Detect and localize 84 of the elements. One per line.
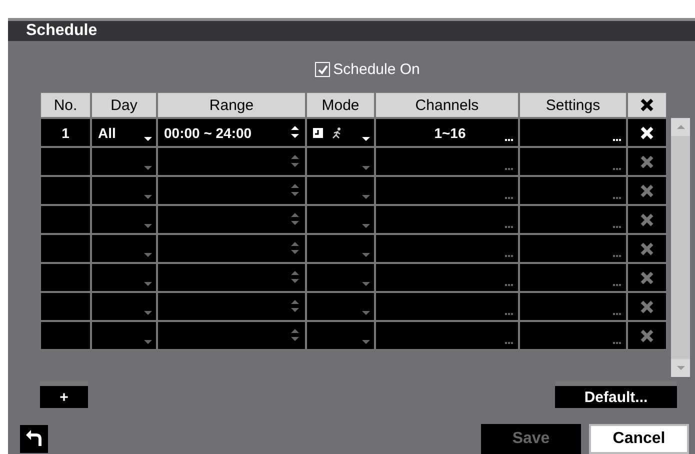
caret-icon [144, 137, 152, 141]
channels-field[interactable] [376, 235, 518, 262]
back-button[interactable] [20, 425, 48, 453]
caret-icon [144, 253, 152, 257]
mode-dropdown[interactable] [307, 119, 374, 146]
delete-all-icon[interactable] [640, 98, 654, 112]
settings-field[interactable] [520, 293, 626, 320]
caret-icon [362, 166, 370, 170]
caret-icon [144, 166, 152, 170]
range-spinner[interactable] [158, 206, 305, 233]
column-header: Day [92, 93, 156, 117]
spinner-arrows-icon [291, 299, 299, 313]
day-dropdown[interactable] [92, 177, 156, 204]
spinner-arrows-icon [291, 154, 299, 168]
scrollbar[interactable] [671, 118, 690, 377]
caret-icon [362, 253, 370, 257]
settings-field[interactable] [520, 206, 626, 233]
caret-icon [362, 282, 370, 286]
day-dropdown[interactable] [92, 148, 156, 175]
channels-field[interactable] [376, 148, 518, 175]
day-dropdown[interactable] [92, 264, 156, 291]
default-button[interactable]: Default... [555, 381, 677, 408]
number-cell [41, 177, 90, 204]
settings-field[interactable] [520, 322, 626, 349]
spinner-arrows-icon [291, 125, 299, 139]
number-cell [41, 322, 90, 349]
column-header: Channels [376, 93, 518, 117]
caret-icon [362, 195, 370, 199]
number-cell [41, 235, 90, 262]
scroll-up-icon[interactable] [676, 125, 684, 129]
spinner-arrows-icon [291, 212, 299, 226]
caret-icon [362, 340, 370, 344]
number-cell [41, 293, 90, 320]
range-spinner[interactable] [158, 264, 305, 291]
scroll-down-icon[interactable] [676, 366, 684, 370]
channels-field[interactable]: 1~16 [376, 119, 518, 146]
schedule-on-checkbox[interactable]: Schedule On [315, 61, 420, 78]
column-header: No. [41, 93, 90, 117]
channels-field[interactable] [376, 264, 518, 291]
back-arrow-icon [24, 429, 44, 449]
caret-icon [144, 282, 152, 286]
column-header: Range [158, 93, 305, 117]
number-cell [41, 264, 90, 291]
caret-icon [144, 224, 152, 228]
spinner-arrows-icon [291, 241, 299, 255]
dialog-button[interactable]: Cancel [589, 424, 689, 454]
caret-icon [144, 311, 152, 315]
caret-icon [362, 137, 370, 141]
running-person-icon [331, 126, 343, 138]
channels-field[interactable] [376, 293, 518, 320]
settings-field[interactable] [520, 264, 626, 291]
spinner-arrows-icon [291, 270, 299, 284]
range-spinner[interactable] [158, 235, 305, 262]
day-dropdown[interactable] [92, 235, 156, 262]
range-spinner[interactable] [158, 177, 305, 204]
range-spinner[interactable]: 00:00 ~ 24:00 [158, 119, 305, 146]
settings-field[interactable] [520, 235, 626, 262]
day-dropdown[interactable] [92, 293, 156, 320]
channels-field[interactable] [376, 322, 518, 349]
settings-field[interactable] [520, 119, 626, 146]
caret-icon [144, 195, 152, 199]
range-spinner[interactable] [158, 322, 305, 349]
add-button[interactable]: + [40, 381, 88, 408]
channels-field[interactable] [376, 206, 518, 233]
channels-field[interactable] [376, 177, 518, 204]
number-cell: 1 [41, 119, 90, 146]
caret-icon [362, 311, 370, 315]
range-spinner[interactable] [158, 293, 305, 320]
clock-icon [313, 128, 323, 138]
number-cell [41, 148, 90, 175]
spinner-arrows-icon [291, 183, 299, 197]
day-dropdown[interactable] [92, 322, 156, 349]
caret-icon [362, 224, 370, 228]
window-title: Schedule [26, 22, 98, 40]
caret-icon [144, 340, 152, 344]
checkmark-icon [316, 64, 329, 76]
settings-field[interactable] [520, 177, 626, 204]
day-dropdown[interactable]: All [92, 119, 156, 146]
day-dropdown[interactable] [92, 206, 156, 233]
spinner-arrows-icon [291, 328, 299, 342]
column-header: Settings [520, 93, 626, 117]
settings-field[interactable] [520, 148, 626, 175]
column-header: Mode [307, 93, 374, 117]
number-cell [41, 206, 90, 233]
